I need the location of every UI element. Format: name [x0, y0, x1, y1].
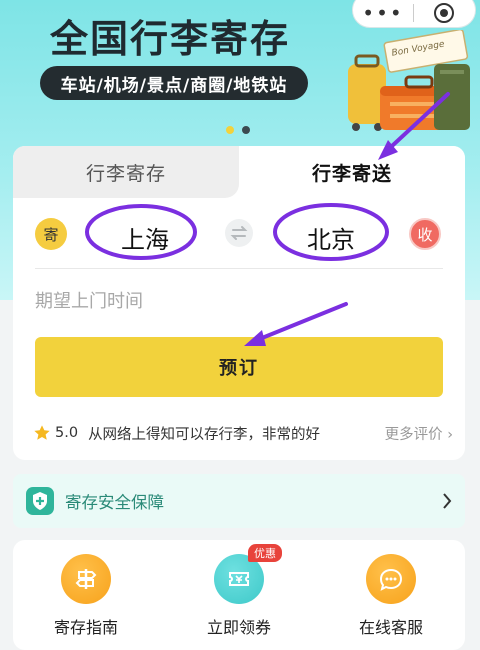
shield-plus-icon [26, 487, 54, 515]
claim-coupon-label: 立即领券 [206, 618, 271, 637]
chat-icon [379, 568, 403, 591]
coupon-icon-wrap: 优惠 [214, 544, 282, 604]
storage-guide-label: 寄存指南 [53, 618, 118, 637]
signpost-icon [75, 569, 97, 589]
quick-action-storage-guide[interactable]: 寄存指南 [31, 554, 141, 638]
safety-guarantee-label: 寄存安全保障 [65, 493, 164, 512]
online-support-label: 在线客服 [358, 618, 423, 637]
online-support-icon-wrap [366, 554, 416, 604]
chevron-right-icon [443, 493, 452, 509]
ticket-icon [229, 572, 249, 586]
quick-action-claim-coupon[interactable]: 优惠 立即领券 [184, 544, 294, 638]
safety-guarantee-bar[interactable]: 寄存安全保障 [13, 474, 465, 528]
storage-guide-icon-wrap [61, 554, 111, 604]
quick-actions-panel: 寄存指南 优惠 立即领券 在线客服 [13, 540, 465, 650]
discount-badge: 优惠 [248, 544, 282, 562]
quick-action-online-support[interactable]: 在线客服 [336, 554, 446, 638]
